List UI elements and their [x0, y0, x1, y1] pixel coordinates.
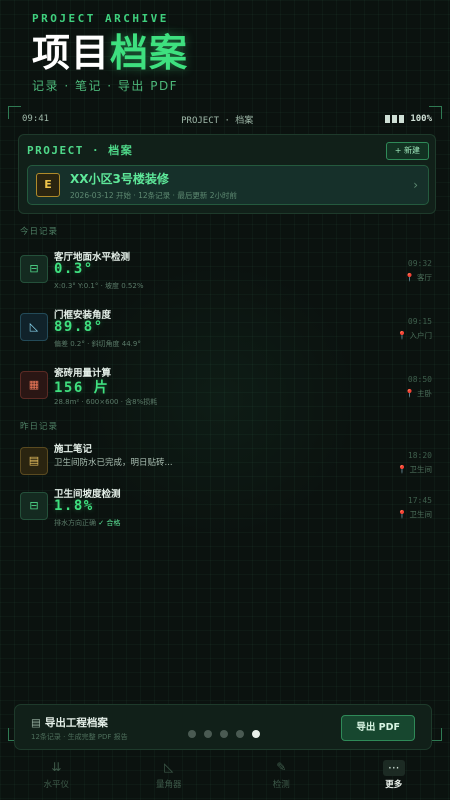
bottom-tab-bar: ⇊ 水平仪 ◺ 量角器 ✎ 检测 ··· 更多 [0, 752, 450, 800]
page-dot-active[interactable] [252, 730, 260, 738]
brush-icon: ✎ [276, 760, 287, 774]
record-location: 📍 客厅 [404, 273, 432, 282]
signal-icon [385, 115, 405, 123]
status-center: PROJECT · 档案 [181, 115, 254, 126]
record-detail: 偏差 0.2° · 斜切角度 44.9° [54, 340, 141, 348]
level-icon: ⊟ [20, 492, 48, 520]
project-name: XX小区3号楼装修 [70, 171, 169, 186]
new-project-button[interactable]: + 新建 [385, 142, 429, 160]
location-pin-icon: 📍 [397, 510, 408, 519]
record-detail: X:0.3° Y:0.1° · 坡度 0.52% [54, 282, 144, 290]
building-icon: E [36, 173, 60, 197]
record-value: 156 片 [54, 380, 110, 396]
record-value: 1.8% [54, 498, 94, 514]
location-pin-icon: 📍 [397, 465, 408, 474]
export-title: ▤ 导出工程档案 [31, 717, 108, 729]
status-right: 100% [385, 114, 432, 124]
location-pin-icon: 📍 [404, 273, 415, 282]
record-time: 09:15 [407, 317, 432, 326]
level-icon: ⊟ [20, 255, 48, 283]
frame-corner-tl [8, 106, 21, 119]
section-today: 今日记录 [20, 227, 59, 237]
export-pdf-button[interactable]: 导出 PDF [341, 715, 415, 741]
tab-label: 量角器 [155, 780, 182, 790]
hero-kicker: PROJECT ARCHIVE [32, 12, 169, 25]
location-pin-icon: 📍 [404, 389, 415, 398]
tile-icon: ▦ [20, 371, 48, 399]
record-item[interactable]: ⊟ 客厅地面水平检测 0.3° X:0.3° Y:0.1° · 坡度 0.52%… [18, 250, 434, 296]
record-note-text: 卫生间防水已完成，明日贴砖... [54, 458, 173, 468]
record-location: 📍 入户门 [397, 331, 432, 340]
project-card-label: PROJECT · 档案 [27, 144, 134, 157]
record-item[interactable]: ▦ 瓷砖用量计算 156 片 28.8m² · 600×600 · 含8%损耗 … [18, 366, 434, 412]
record-location: 📍 卫生间 [397, 510, 432, 519]
tab-label: 更多 [385, 780, 403, 790]
record-item[interactable]: ◺ 门框安装角度 89.8° 偏差 0.2° · 斜切角度 44.9° 09:1… [18, 308, 434, 354]
project-item[interactable]: E XX小区3号楼装修 2026-03-12 开始 · 12条记录 · 最后更新… [27, 165, 429, 205]
page-title: 项目档案 [32, 31, 188, 75]
record-time: 09:32 [407, 259, 432, 268]
record-location: 📍 卫生间 [397, 465, 432, 474]
record-value: 0.3° [54, 261, 94, 277]
record-item[interactable]: ▤ 施工笔记 卫生间防水已完成，明日贴砖... 18:20 📍 卫生间 [18, 442, 434, 488]
project-card: PROJECT · 档案 + 新建 E XX小区3号楼装修 2026-03-12… [18, 134, 436, 214]
location-pin-icon: 📍 [397, 331, 408, 340]
record-item[interactable]: ⊟ 卫生间坡度检测 1.8% 排水方向正确 ✓ 合格 17:45 📍 卫生间 [18, 487, 434, 533]
title-green: 档案 [110, 31, 189, 75]
angle-icon: ◺ [20, 313, 48, 341]
status-bar: 09:41 PROJECT · 档案 100% [22, 112, 432, 126]
more-icon: ··· [338, 760, 450, 776]
record-time: 18:20 [407, 451, 432, 460]
page-dot[interactable] [204, 730, 212, 738]
page-dot[interactable] [188, 730, 196, 738]
record-value: 89.8° [54, 319, 104, 335]
tab-more[interactable]: ··· 更多 [338, 752, 450, 800]
page-dot[interactable] [236, 730, 244, 738]
record-time: 17:45 [407, 496, 432, 505]
section-yesterday: 昨日记录 [20, 422, 59, 432]
tab-protractor[interactable]: ◺ 量角器 [113, 752, 226, 800]
chevron-right-icon: › [413, 178, 418, 192]
title-white: 项目 [32, 31, 111, 75]
hero-header: PROJECT ARCHIVE 项目档案 记录 · 笔记 · 导出 PDF [32, 12, 188, 94]
status-badge: ✓ 合格 [98, 519, 121, 527]
protractor-icon: ◺ [164, 760, 174, 774]
note-icon: ▤ [20, 447, 48, 475]
record-title: 施工笔记 [54, 444, 93, 455]
document-icon: ▤ [31, 717, 41, 729]
tab-label: 检测 [272, 780, 290, 790]
page-dot[interactable] [220, 730, 228, 738]
page-indicator [188, 730, 260, 738]
battery-level: 100% [410, 114, 432, 124]
record-time: 08:50 [407, 375, 432, 384]
level-icon: ⇊ [51, 760, 62, 774]
tab-label: 水平仪 [43, 780, 69, 790]
export-subtitle: 12条记录 · 生成完整 PDF 报告 [31, 733, 128, 741]
tab-level[interactable]: ⇊ 水平仪 [0, 752, 113, 800]
status-time: 09:41 [22, 114, 50, 124]
record-detail: 28.8m² · 600×600 · 含8%损耗 [54, 398, 158, 406]
tab-inspect[interactable]: ✎ 检测 [225, 752, 338, 800]
export-panel: ▤ 导出工程档案 12条记录 · 生成完整 PDF 报告 导出 PDF [14, 704, 432, 750]
project-meta: 2026-03-12 开始 · 12条记录 · 最后更新 2小时前 [70, 190, 237, 200]
record-location: 📍 主卧 [404, 389, 432, 398]
record-detail: 排水方向正确 ✓ 合格 [54, 519, 121, 527]
hero-subtitle: 记录 · 笔记 · 导出 PDF [32, 79, 179, 93]
